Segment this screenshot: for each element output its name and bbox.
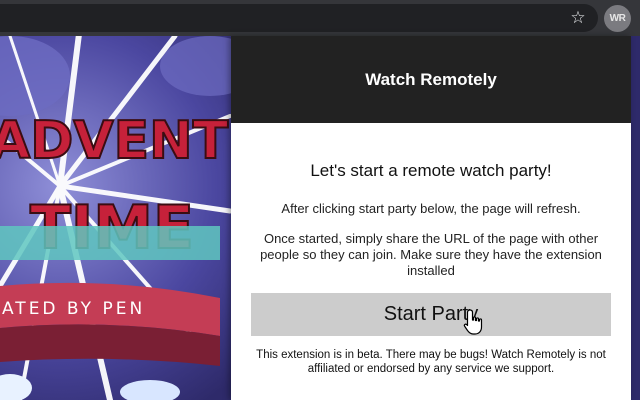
popup-heading: Let's start a remote watch party! [310, 161, 552, 180]
extension-popup: Watch Remotely Let's start a remote watc… [231, 36, 631, 400]
refresh-note: After clicking start party below, the pa… [281, 201, 581, 216]
popup-header: Watch Remotely [231, 36, 631, 123]
start-party-button[interactable]: Start Party [251, 293, 611, 336]
share-note: Once started, simply share the URL of th… [260, 231, 602, 278]
hand-pointer-cursor-icon [463, 309, 483, 335]
subtitle-art: ATED BY PEN [2, 299, 145, 319]
bookmark-star-icon[interactable]: ☆ [566, 6, 590, 30]
popup-title: Watch Remotely [365, 69, 497, 89]
watch-remotely-extension-icon[interactable]: WR [604, 5, 631, 32]
title-art-line-1: ADVENT [0, 111, 229, 171]
browser-toolbar: ☆ WR [0, 0, 640, 36]
beta-disclaimer: This extension is in beta. There may be … [256, 349, 606, 375]
address-bar[interactable] [0, 4, 598, 32]
